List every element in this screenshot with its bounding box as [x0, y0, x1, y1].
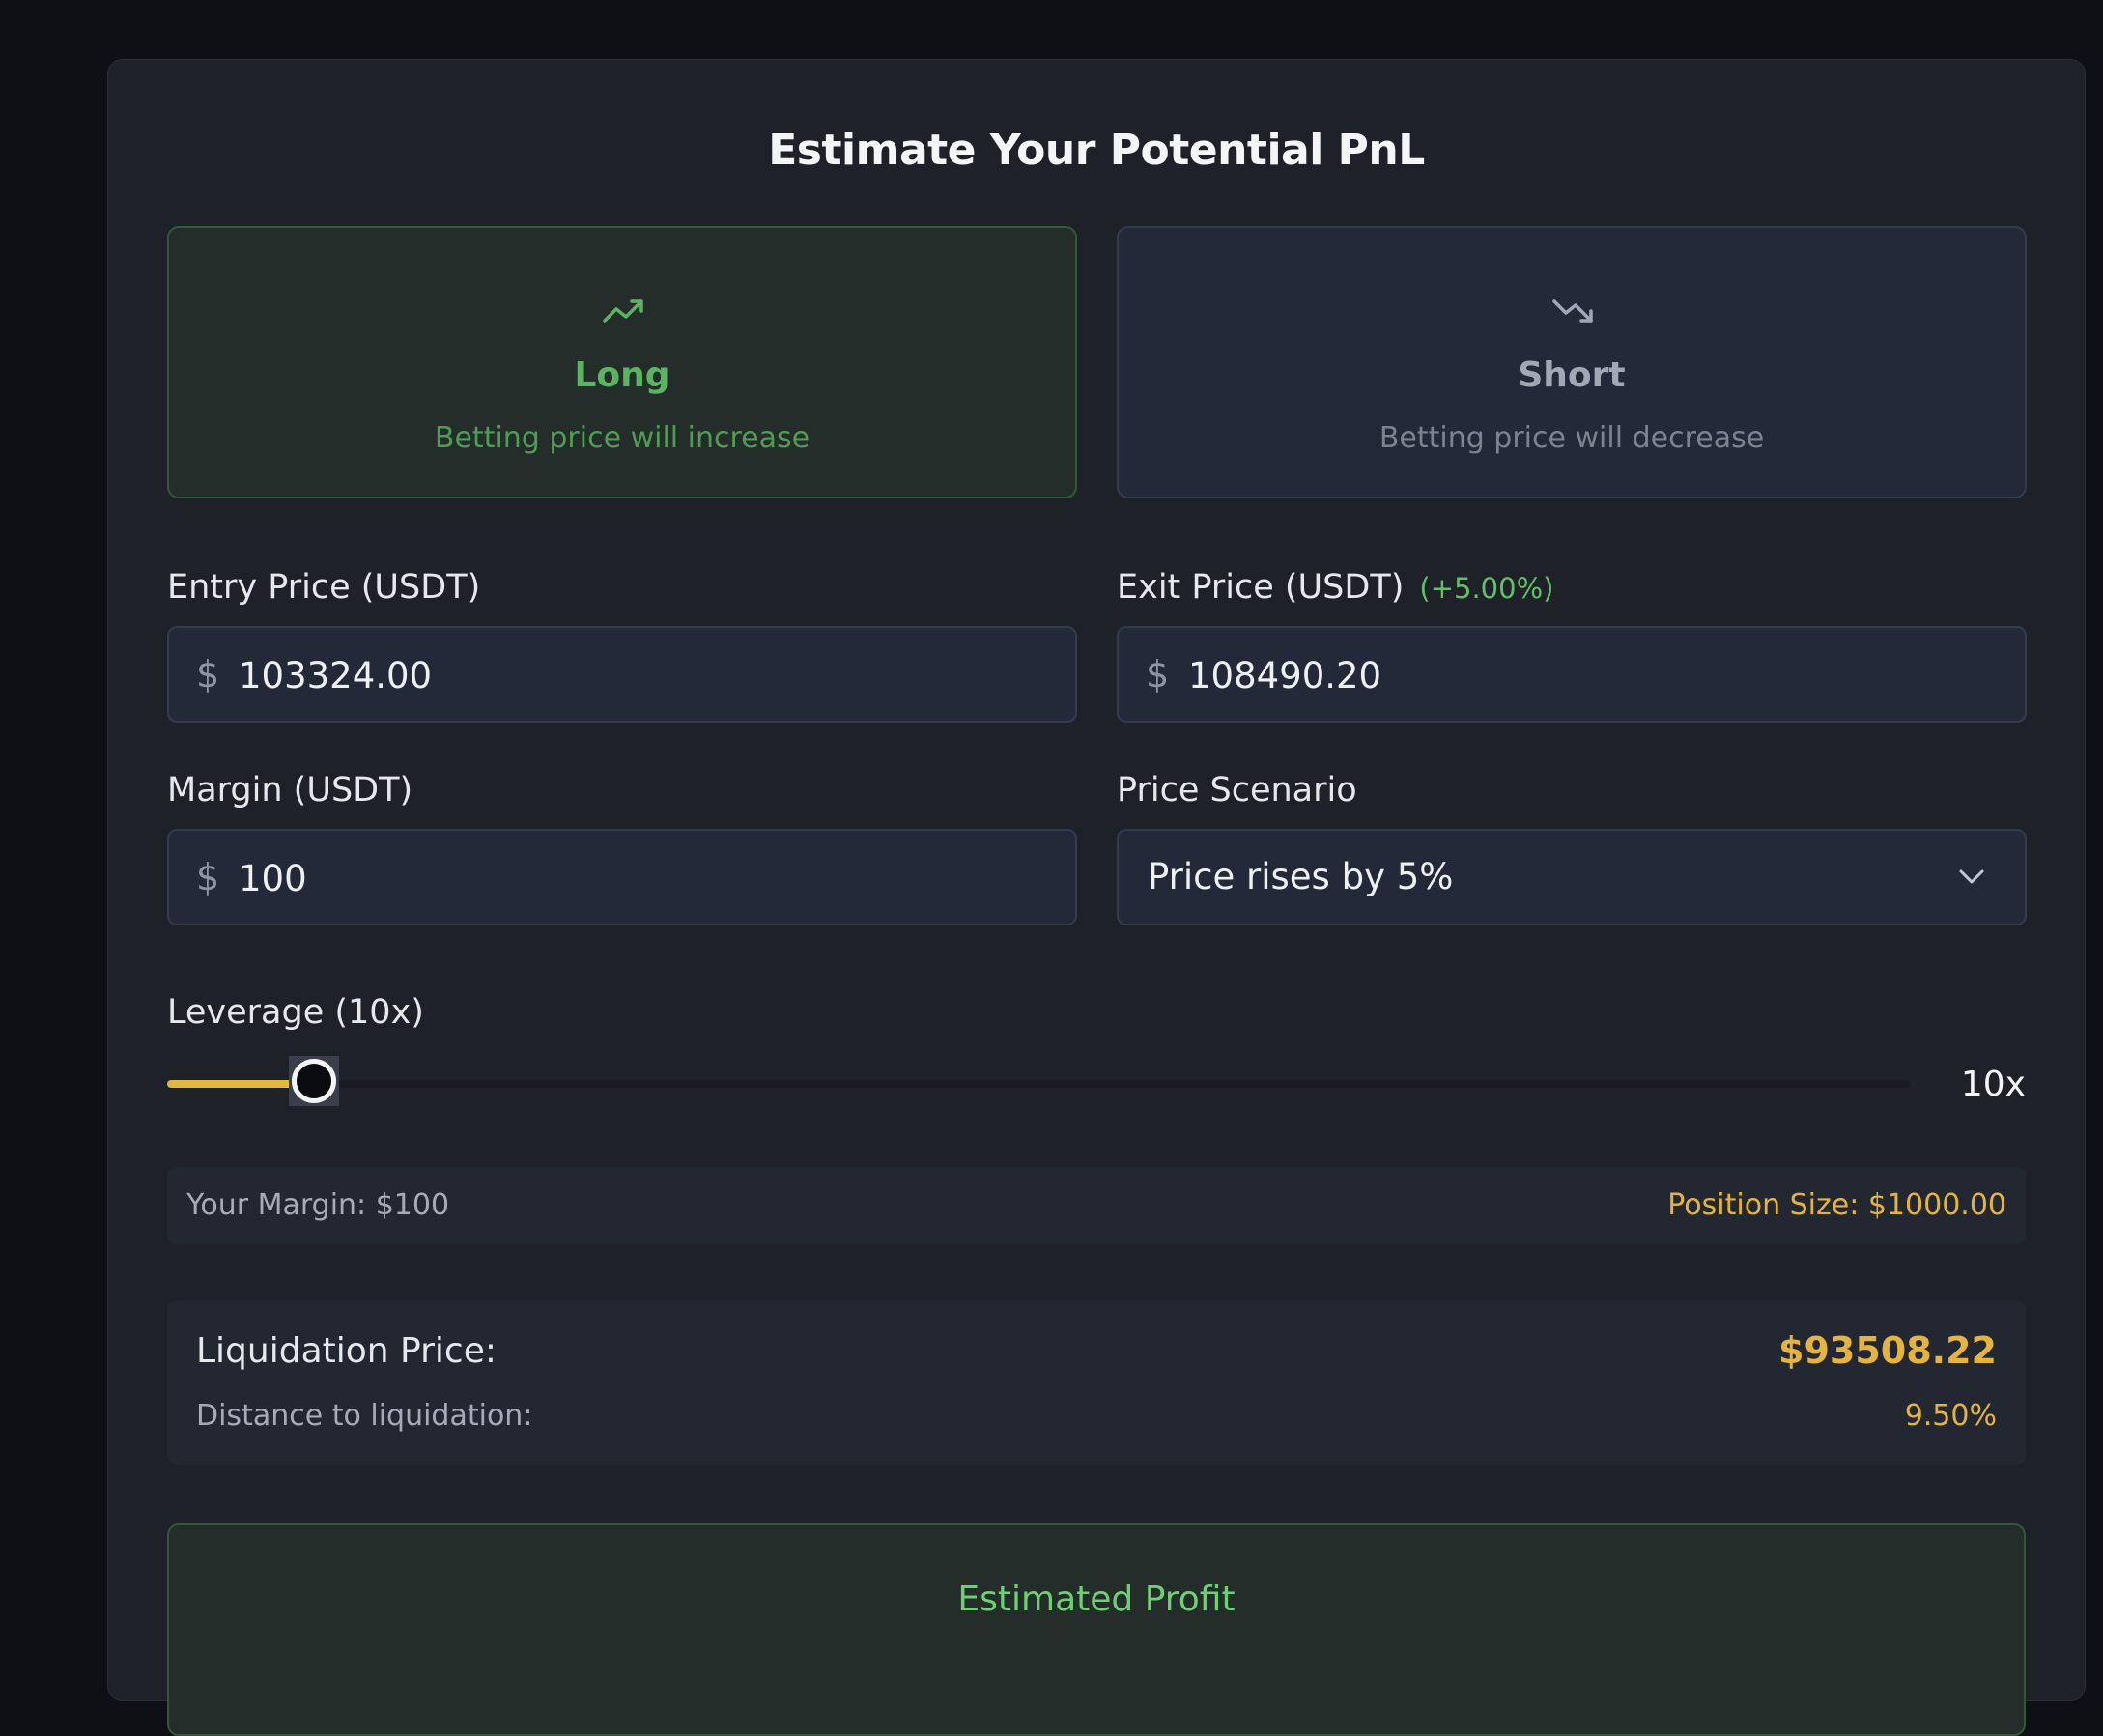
short-button[interactable]: Short Betting price will decrease — [1117, 226, 2027, 498]
liquidation-distance-value: 9.50% — [1904, 1399, 1997, 1433]
exit-price-field[interactable]: $ — [1117, 626, 2027, 723]
trending-up-icon — [169, 292, 1075, 330]
exit-price-input[interactable] — [1186, 647, 1982, 703]
margin-info-bar: Your Margin: $100 Position Size: $1000.0… — [167, 1167, 2026, 1244]
leverage-slider-track[interactable] — [167, 1080, 1910, 1088]
leverage-value: 10x — [1960, 1065, 2026, 1104]
exit-price-change: (+5.00%) — [1419, 572, 1554, 605]
dollar-icon: $ — [1146, 653, 1170, 696]
exit-price-label-row: Exit Price (USDT) (+5.00%) — [1117, 568, 1553, 607]
exit-price-label: Exit Price (USDT) — [1117, 568, 1405, 607]
page-title: Estimate Your Potential PnL — [768, 126, 1425, 175]
short-description: Betting price will decrease — [1378, 421, 1765, 455]
margin-input[interactable] — [237, 850, 1033, 906]
entry-price-input[interactable] — [237, 647, 1033, 703]
liquidation-price-value: $93508.22 — [1778, 1329, 1997, 1372]
long-button[interactable]: Long Betting price will increase — [167, 226, 1077, 498]
position-size-text: Position Size: $1000.00 — [1667, 1188, 2006, 1222]
pnl-calculator-card: Estimate Your Potential PnL Long Betting… — [107, 59, 2086, 1736]
estimated-profit-label: Estimated Profit — [957, 1579, 1236, 1619]
long-label: Long — [574, 356, 670, 395]
liquidation-panel: Liquidation Price: $93508.22 Distance to… — [167, 1300, 2026, 1465]
entry-price-label: Entry Price (USDT) — [167, 568, 481, 607]
margin-label: Margin (USDT) — [167, 771, 413, 810]
trending-down-icon — [1119, 292, 2025, 330]
short-label: Short — [1518, 356, 1626, 395]
your-margin-text: Your Margin: $100 — [186, 1188, 450, 1222]
dollar-icon: $ — [196, 856, 220, 898]
long-description: Betting price will increase — [434, 421, 810, 455]
margin-field[interactable]: $ — [167, 829, 1077, 925]
price-scenario-value: Price rises by 5% — [1148, 856, 1454, 897]
price-scenario-label: Price Scenario — [1117, 771, 1357, 810]
leverage-label: Leverage (10x) — [167, 993, 424, 1032]
price-scenario-select[interactable]: Price rises by 5% — [1117, 829, 2027, 925]
liquidation-distance-label: Distance to liquidation: — [196, 1399, 533, 1433]
entry-price-field[interactable]: $ — [167, 626, 1077, 723]
estimated-profit-panel: Estimated Profit — [167, 1523, 2026, 1736]
dollar-icon: $ — [196, 653, 220, 696]
chevron-down-icon — [1959, 869, 1984, 884]
liquidation-price-label: Liquidation Price: — [196, 1331, 497, 1371]
leverage-slider-thumb[interactable] — [291, 1059, 336, 1103]
